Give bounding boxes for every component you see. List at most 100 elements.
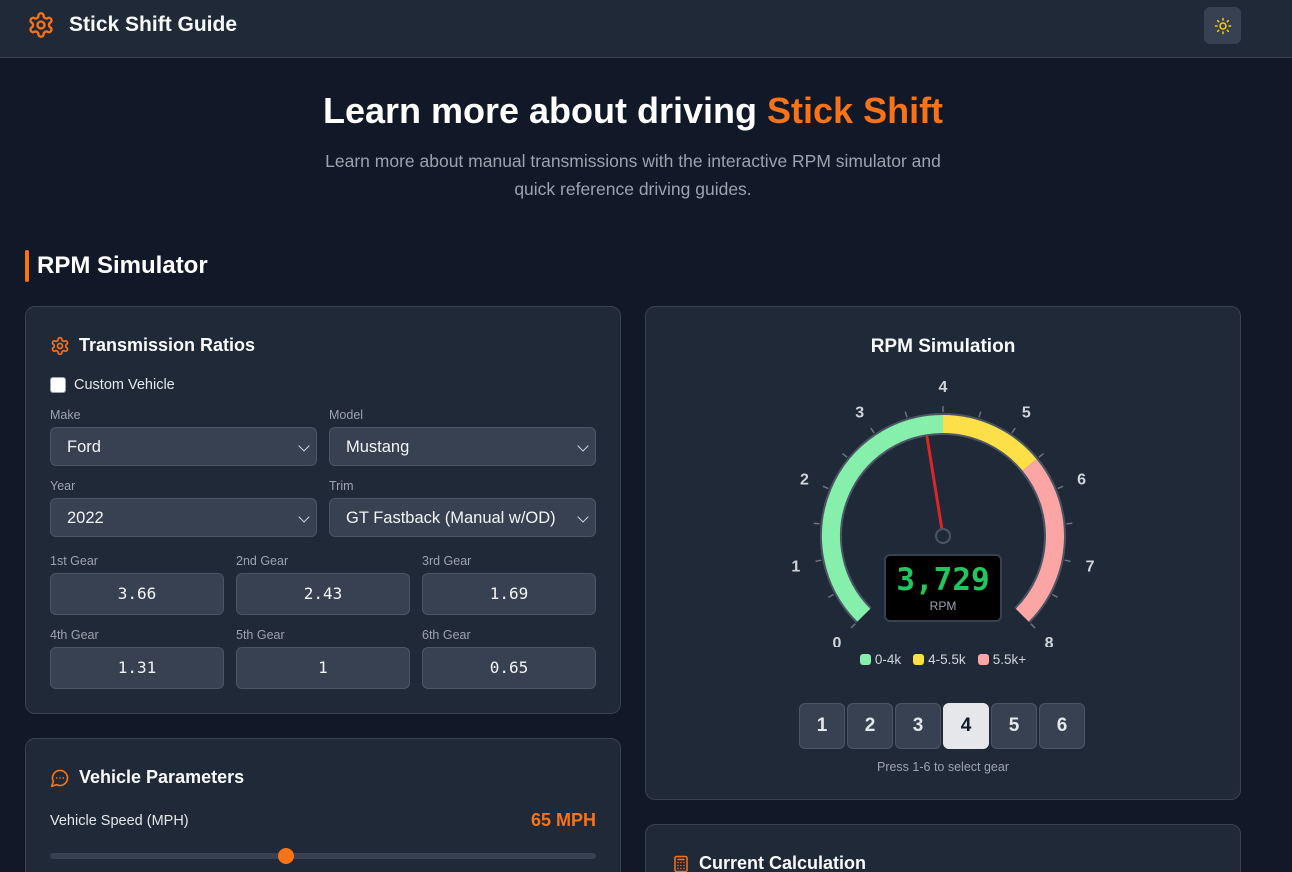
section-accent-bar: [25, 250, 29, 282]
legend-label-mid: 4-5.5k: [928, 652, 966, 667]
gauge-tick-label: 5: [1022, 404, 1031, 421]
message-circle-icon: [50, 769, 69, 788]
gear-icon: [51, 336, 69, 356]
model-select[interactable]: Mustang: [329, 427, 596, 466]
gauge-tick: [1030, 623, 1036, 629]
hero-title-main: Learn more about driving: [322, 90, 768, 131]
gauge-tick: [827, 593, 834, 598]
gear-4-label: 4th Gear: [50, 628, 99, 642]
gear-button-5[interactable]: 5: [991, 703, 1037, 749]
gear-3-ratio-input[interactable]: 1.69: [422, 573, 596, 615]
gear-3-label: 3rd Gear: [422, 554, 472, 568]
chevron-down-icon: [577, 511, 589, 523]
legend-item-high: 5.5k+: [977, 652, 1027, 667]
current-calculation-card: Current Calculation: [645, 824, 1241, 872]
top-bar: Stick Shift Guide: [0, 0, 1292, 58]
gauge-tick: [822, 485, 829, 490]
gear-button-6[interactable]: 6: [1039, 703, 1085, 749]
gauge-tick-label: 8: [1045, 635, 1054, 647]
gear-selector: 1 2 3 4 5 6: [799, 703, 1085, 749]
gear-button-1[interactable]: 1: [799, 703, 845, 749]
gear-6-label: 6th Gear: [422, 628, 471, 642]
hero-subtitle: Learn more about manual transmissions wi…: [325, 151, 941, 199]
gauge-tick-label: 1: [791, 558, 800, 575]
speed-label: Vehicle Speed (MPH): [50, 813, 189, 829]
custom-vehicle-label: Custom Vehicle: [74, 377, 175, 393]
gear-2-label: 2nd Gear: [236, 554, 289, 568]
trim-select-value: GT Fastback (Manual w/OD): [346, 509, 556, 527]
chevron-down-icon: [577, 440, 589, 452]
gear-4-ratio-input[interactable]: 1.31: [50, 647, 224, 689]
gear-1-ratio-input[interactable]: 3.66: [50, 573, 224, 615]
model-select-value: Mustang: [346, 438, 410, 456]
gear-1-label: 1st Gear: [50, 554, 98, 568]
gear-6-ratio-input[interactable]: 0.65: [422, 647, 596, 689]
speed-slider-track[interactable]: [50, 853, 596, 859]
gear-button-4[interactable]: 4: [943, 703, 989, 749]
gauge-needle: [925, 435, 945, 538]
theme-toggle-button[interactable]: [1204, 7, 1241, 44]
legend-label-high: 5.5k+: [992, 652, 1027, 667]
speed-value: 65 MPH: [530, 810, 596, 830]
gauge-tick-label: 2: [800, 472, 809, 489]
gauge-tick: [1064, 559, 1071, 563]
gauge-tick-label: 6: [1077, 472, 1086, 489]
year-select[interactable]: 2022: [50, 498, 317, 537]
gauge-tick-label: 3: [855, 404, 864, 421]
app-title: Stick Shift Guide: [69, 13, 238, 36]
hero-title: Learn more about driving Stick Shift: [0, 90, 1266, 132]
gauge-tick: [1066, 522, 1073, 525]
legend-label-low: 0-4k: [874, 652, 902, 667]
gauge-tick-label: 4: [939, 379, 948, 396]
gear-5-ratio-input[interactable]: 1: [236, 647, 410, 689]
rpm-value: 3,729: [896, 562, 990, 598]
chevron-down-icon: [298, 440, 310, 452]
legend-dot: [977, 654, 989, 665]
gauge-tick: [1011, 427, 1016, 434]
custom-vehicle-checkbox[interactable]: [50, 377, 66, 393]
gauge-tick: [870, 427, 875, 434]
legend-item-mid: 4-5.5k: [913, 652, 966, 667]
speed-slider-thumb[interactable]: [278, 848, 295, 864]
gear-2-ratio-input[interactable]: 2.43: [236, 573, 410, 615]
rpm-unit: RPM: [929, 599, 957, 613]
transmission-card: Transmission Ratios Custom Vehicle Make …: [25, 306, 621, 714]
trim-select[interactable]: GT Fastback (Manual w/OD): [329, 498, 596, 537]
make-select[interactable]: Ford: [50, 427, 317, 466]
gauge-tick: [1038, 452, 1044, 458]
gauge-tick-label: 0: [832, 635, 841, 647]
hero-title-accent: Stick Shift: [767, 90, 944, 131]
chevron-down-icon: [298, 511, 310, 523]
gauge-tick: [1057, 485, 1064, 490]
rpm-simulation-card: RPM Simulation 012345678 3,729 RPM 0-4k …: [645, 306, 1241, 800]
make-label: Make: [50, 408, 81, 422]
make-select-value: Ford: [67, 438, 101, 456]
gauge-tick: [850, 623, 856, 629]
gear-icon: [29, 12, 53, 38]
transmission-card-title: Transmission Ratios: [79, 335, 256, 355]
gear-button-2[interactable]: 2: [847, 703, 893, 749]
vehicle-parameters-title: Vehicle Parameters: [79, 767, 245, 787]
legend-dot: [859, 654, 871, 665]
gauge-tick-label: 7: [1086, 558, 1095, 575]
gear-button-3[interactable]: 3: [895, 703, 941, 749]
rpm-legend: 0-4k 4-5.5k 5.5k+: [646, 652, 1240, 667]
rpm-readout: 3,729 RPM: [884, 554, 1002, 622]
gauge-tick: [904, 411, 908, 418]
gauge-tick: [978, 411, 982, 418]
legend-dot: [913, 654, 925, 665]
year-select-value: 2022: [67, 509, 104, 527]
current-calculation-title: Current Calculation: [699, 853, 867, 872]
legend-item-low: 0-4k: [859, 652, 902, 667]
sun-icon: [1214, 17, 1231, 34]
gauge-hub: [935, 528, 951, 544]
gauge-tick: [1052, 593, 1059, 598]
year-label: Year: [50, 479, 76, 493]
gear-5-label: 5th Gear: [236, 628, 285, 642]
section-title: RPM Simulator: [37, 252, 208, 279]
calculator-icon: [674, 855, 688, 872]
trim-label: Trim: [329, 479, 354, 493]
gauge-tick: [815, 559, 822, 563]
gear-hint: Press 1-6 to select gear: [876, 760, 1009, 774]
gauge-tick: [842, 452, 848, 458]
